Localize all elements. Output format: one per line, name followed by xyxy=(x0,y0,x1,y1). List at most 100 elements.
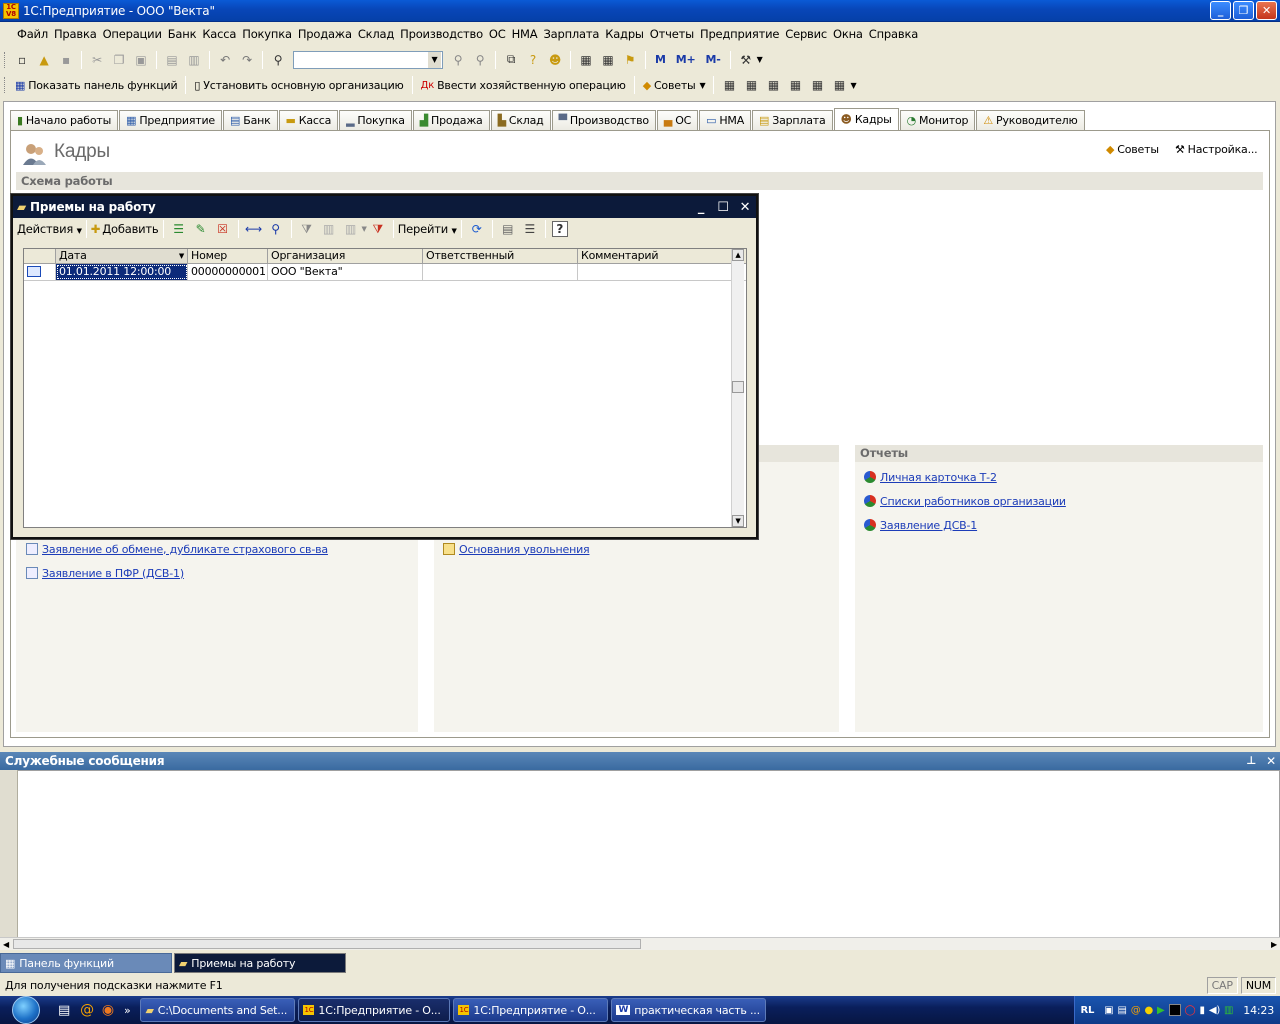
toolbar-grip[interactable] xyxy=(4,51,7,68)
cash-order-icon[interactable]: ▦ xyxy=(742,76,760,94)
windows-icon[interactable]: ⧉ xyxy=(502,51,520,69)
save-icon[interactable]: ▪ xyxy=(57,51,75,69)
tab-production[interactable]: ▀ Производство xyxy=(551,110,656,130)
report-link[interactable]: Списки работников организации xyxy=(880,495,1066,508)
shipment-icon[interactable]: ▦ xyxy=(786,76,804,94)
taskbar-1c-2[interactable]: 1С 1С:Предприятие - О... xyxy=(453,998,609,1022)
filter-value-icon[interactable]: ▥ xyxy=(320,220,338,238)
page-tips-button[interactable]: ◆ Советы xyxy=(1106,143,1159,156)
close-button[interactable]: ✕ xyxy=(1256,1,1277,20)
tab-purchase[interactable]: ▂ Покупка xyxy=(339,110,412,130)
mail-agent-icon[interactable]: @ xyxy=(80,1002,94,1018)
taskbar-explorer[interactable]: ▰ C:\Documents and Set... xyxy=(140,998,296,1022)
window-tab-hires[interactable]: ▰ Приемы на работу xyxy=(174,953,346,973)
page-settings-button[interactable]: ⚒ Настройка... xyxy=(1175,143,1258,156)
display-icon[interactable]: ▤ xyxy=(1117,1005,1126,1016)
help-1c-icon[interactable]: ? xyxy=(524,51,542,69)
menu-sale[interactable]: Продажа xyxy=(295,27,355,41)
catalog-link[interactable]: Основания увольнения xyxy=(459,543,590,556)
chevron-down-icon[interactable]: ▼ xyxy=(362,225,367,233)
tab-sale[interactable]: ▟ Продажа xyxy=(412,110,490,130)
opera-icon[interactable]: ◯ xyxy=(1185,1005,1196,1016)
users-icon[interactable]: ☻ xyxy=(546,51,564,69)
menu-operations[interactable]: Операции xyxy=(100,27,165,41)
menu-service[interactable]: Сервис xyxy=(782,27,830,41)
report-item[interactable]: Личная карточка Т-2 xyxy=(864,469,1066,485)
enter-operation-button[interactable]: Дк Ввести хозяйственную операцию xyxy=(417,79,630,92)
scroll-thumb[interactable] xyxy=(732,381,744,393)
firefox-icon[interactable]: ◉ xyxy=(102,1002,114,1018)
scroll-thumb[interactable] xyxy=(12,939,641,949)
hires-window-title-bar[interactable]: ▰ Приемы на работу _ ☐ ✕ xyxy=(13,196,756,218)
chevron-down-icon[interactable]: ▼ xyxy=(850,81,856,90)
tools-icon[interactable]: ⚒ xyxy=(737,51,755,69)
scroll-down-arrow[interactable]: ▼ xyxy=(732,515,744,527)
security-icon[interactable]: ● xyxy=(1145,1005,1154,1016)
tab-warehouse[interactable]: ▙ Склад xyxy=(490,110,551,130)
tab-nma[interactable]: ▭ НМА xyxy=(699,110,752,130)
tab-cash[interactable]: ▬ Касса xyxy=(278,110,339,130)
copy-icon[interactable]: ❐ xyxy=(110,51,128,69)
language-indicator[interactable]: RL xyxy=(1081,1005,1095,1016)
menu-os[interactable]: ОС xyxy=(486,27,509,41)
menu-windows[interactable]: Окна xyxy=(830,27,866,41)
cell-comment[interactable] xyxy=(578,264,733,280)
filter-icon[interactable]: ⧩ xyxy=(298,220,316,238)
actions-menu[interactable]: Действия ▼ xyxy=(17,222,82,236)
battery-icon[interactable]: ▮ xyxy=(1200,1005,1206,1016)
pin-icon[interactable]: ⊥ xyxy=(1246,752,1256,770)
tab-start[interactable]: ▮ Начало работы xyxy=(10,110,119,130)
network-status-icon[interactable]: ▥ xyxy=(1224,1005,1233,1016)
close-icon[interactable]: ✕ xyxy=(1266,752,1276,770)
tab-os[interactable]: ▄ ОС xyxy=(656,110,699,130)
show-desktop-icon[interactable]: ▤ xyxy=(58,1003,70,1018)
invoice-icon[interactable]: ▦ xyxy=(808,76,826,94)
cell-responsible[interactable] xyxy=(423,264,578,280)
scroll-left-arrow[interactable]: ◀ xyxy=(3,940,9,949)
find-next-icon[interactable]: ⚲ xyxy=(471,51,489,69)
scroll-up-arrow[interactable]: ▲ xyxy=(732,249,744,261)
tips-button[interactable]: ◆ Советы ▼ xyxy=(639,79,710,92)
find-prev-icon[interactable]: ⚲ xyxy=(449,51,467,69)
document-link[interactable]: Заявление в ПФР (ДСВ-1) xyxy=(42,567,184,580)
paste-icon[interactable]: ▣ xyxy=(132,51,150,69)
taskbar-1c-1[interactable]: 1С 1С:Предприятие - О... xyxy=(298,998,451,1022)
menu-salary[interactable]: Зарплата xyxy=(540,27,602,41)
menu-reports[interactable]: Отчеты xyxy=(647,27,697,41)
refresh-icon[interactable]: ⟳ xyxy=(468,220,486,238)
hires-table[interactable]: Дата ▼ Номер Организация Ответственный Ко… xyxy=(23,248,747,528)
search-combo[interactable]: ▼ xyxy=(293,50,443,69)
tasks-icon[interactable]: ⚑ xyxy=(621,51,639,69)
menu-production[interactable]: Производство xyxy=(397,27,486,41)
tab-bank[interactable]: ▤ Банк xyxy=(223,110,278,130)
window-tab-function-panel[interactable]: ▦ Панель функций xyxy=(0,953,172,973)
edit-icon[interactable]: ✎ xyxy=(192,220,210,238)
document-link[interactable]: Заявление об обмене, дубликате страховог… xyxy=(42,543,328,556)
tab-salary[interactable]: ▤ Зарплата xyxy=(752,110,833,130)
window-title-bar[interactable]: 1С V8 1С:Предприятие - ООО "Векта" _ ❐ ✕ xyxy=(0,0,1280,22)
messages-area[interactable] xyxy=(0,770,1280,950)
cell-number[interactable]: 00000000001 xyxy=(188,264,268,280)
list-item[interactable]: Заявление в ПФР (ДСВ-1) xyxy=(26,565,328,581)
print-icon[interactable]: ▤ xyxy=(163,51,181,69)
calendar-icon[interactable]: ▦ xyxy=(599,51,617,69)
clock[interactable]: 14:23 xyxy=(1243,1004,1274,1017)
show-panel-button[interactable]: ▦ Показать панель функций xyxy=(11,79,181,92)
undo-icon[interactable]: ↶ xyxy=(216,51,234,69)
redo-icon[interactable]: ↷ xyxy=(238,51,256,69)
list-item[interactable]: Заявление об обмене, дубликате страховог… xyxy=(26,541,328,557)
menu-nma[interactable]: НМА xyxy=(509,27,541,41)
tab-enterprise[interactable]: ▦ Предприятие xyxy=(119,110,223,130)
chevron-down-icon[interactable]: ▼ xyxy=(757,55,763,64)
list-item[interactable]: Основания увольнения xyxy=(443,541,590,557)
horizontal-scrollbar[interactable]: ◀ ▶ xyxy=(0,937,1280,950)
cell-organization[interactable]: ООО "Векта" xyxy=(268,264,423,280)
tab-personnel[interactable]: ☻ Кадры xyxy=(833,108,899,130)
set-org-button[interactable]: ▯ Установить основную организацию xyxy=(190,79,407,92)
network-icon[interactable]: ▣ xyxy=(1104,1005,1113,1016)
quick-launch-more[interactable]: » xyxy=(124,1004,131,1017)
column-number[interactable]: Номер xyxy=(188,249,268,263)
toolbar-grip[interactable] xyxy=(4,77,7,93)
vertical-scrollbar[interactable]: ▲ ▼ xyxy=(731,249,744,527)
scroll-right-arrow[interactable]: ▶ xyxy=(1271,940,1277,949)
